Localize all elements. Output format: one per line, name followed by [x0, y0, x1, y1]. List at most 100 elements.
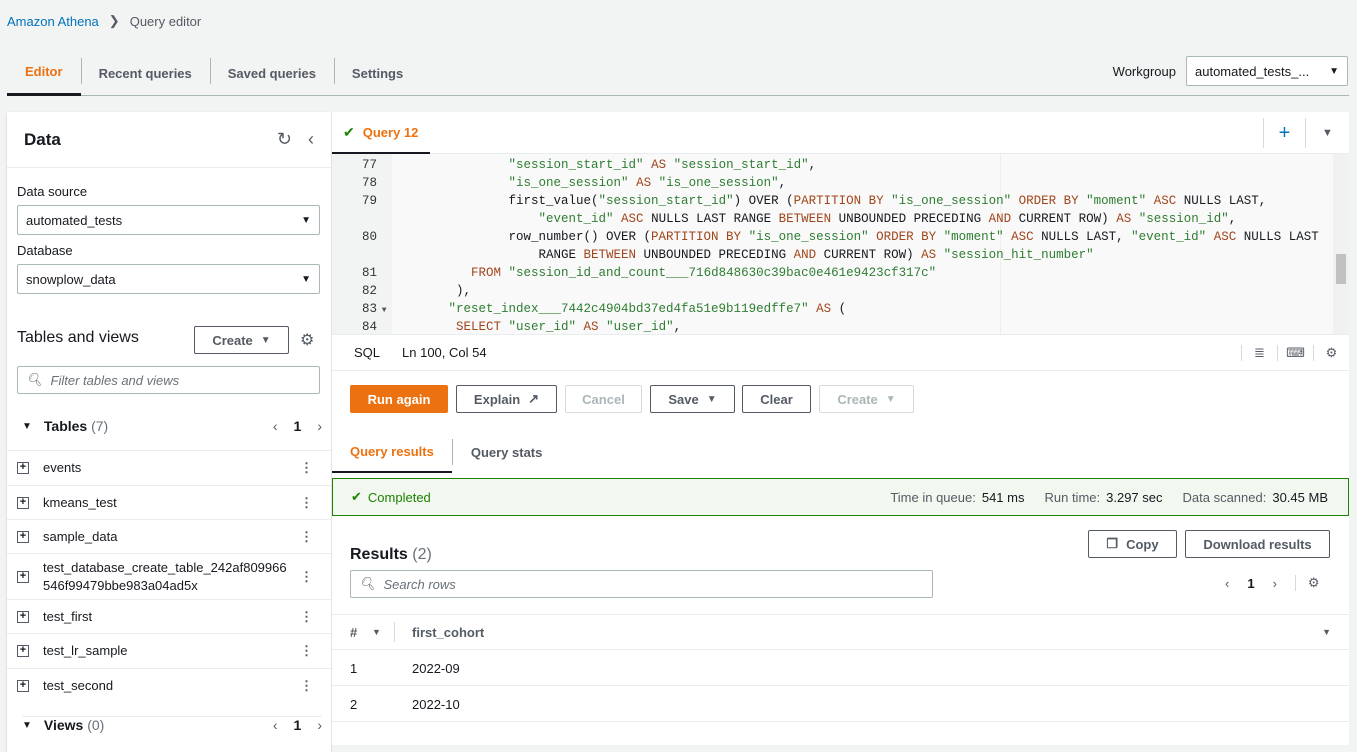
cancel-button[interactable]: Cancel — [565, 385, 642, 413]
code-token: , — [808, 158, 817, 172]
keyboard-icon[interactable]: ⌨ — [1277, 344, 1313, 361]
workgroup-value: automated_tests_... — [1195, 63, 1310, 79]
code-token: UNBOUNDED PRECEDING — [838, 212, 989, 226]
breadcrumb-athena-link[interactable]: Amazon Athena — [7, 14, 99, 29]
sort-icon[interactable]: ▼ — [1322, 627, 1331, 637]
expand-icon[interactable]: + — [17, 610, 29, 623]
expand-icon[interactable]: + — [17, 496, 29, 509]
table-item[interactable]: + test_second ⋮ — [7, 668, 331, 702]
expand-icon[interactable]: + — [17, 679, 29, 692]
tables-views-title: Tables and views — [17, 329, 139, 346]
refresh-icon[interactable]: ↻ — [277, 129, 292, 150]
table-name: test_first — [43, 608, 93, 624]
create-query-button[interactable]: Create ▼ — [819, 385, 914, 413]
next-page-icon[interactable]: › — [317, 418, 322, 434]
breadcrumb-current: Query editor — [129, 13, 202, 29]
table-item[interactable]: + test_lr_sample ⋮ — [7, 633, 331, 668]
column-header-index[interactable]: # — [350, 625, 357, 640]
clear-button[interactable]: Clear — [742, 385, 811, 413]
data-source-select[interactable]: automated_tests ▼ — [17, 205, 320, 235]
query-tab-label: Query 12 — [362, 124, 419, 140]
completion-status: Completed — [367, 489, 431, 505]
download-results-button[interactable]: Download results — [1185, 530, 1330, 558]
workgroup-select[interactable]: automated_tests_... ▼ — [1186, 56, 1348, 86]
tab-settings[interactable]: Settings — [333, 50, 421, 96]
filter-placeholder: Filter tables and views — [50, 372, 180, 388]
gear-icon[interactable]: ⚙ — [1313, 344, 1349, 361]
explain-button[interactable]: Explain ↗ — [456, 385, 557, 413]
collapse-icon[interactable]: ‹ — [308, 129, 314, 150]
save-button[interactable]: Save ▼ — [650, 385, 735, 413]
code-token: ORDER BY — [868, 230, 944, 244]
fold-icon[interactable]: ▼ — [377, 306, 387, 315]
tab-saved-queries[interactable]: Saved queries — [209, 50, 334, 96]
code-token: , — [673, 320, 682, 334]
next-page-icon[interactable]: › — [317, 717, 322, 733]
views-section-header[interactable]: ▼ Views (0) ‹ 1 › — [22, 716, 322, 733]
results-header-row: # ▼ first_cohort ▼ — [332, 614, 1349, 650]
editor-scrollbar[interactable] — [1333, 154, 1349, 334]
add-query-icon[interactable]: + — [1263, 118, 1305, 148]
expand-icon[interactable]: + — [17, 570, 29, 583]
more-options-icon[interactable]: ⋮ — [300, 569, 313, 585]
search-rows-input[interactable]: 🔍︎ Search rows — [350, 570, 933, 598]
data-panel-title: Data — [24, 129, 61, 149]
database-select[interactable]: snowplow_data ▼ — [17, 264, 320, 294]
code-token: AS — [576, 320, 607, 334]
run-again-button[interactable]: Run again — [350, 385, 448, 413]
table-item[interactable]: + kmeans_test ⋮ — [7, 485, 331, 519]
caret-down-icon[interactable]: ▼ — [1305, 118, 1349, 148]
code-token: AND — [988, 212, 1019, 226]
code-token: AS — [628, 176, 659, 190]
gear-icon[interactable]: ⚙ — [1294, 575, 1320, 591]
caret-down-icon: ▼ — [885, 393, 896, 405]
tab-query-stats[interactable]: Query stats — [451, 439, 561, 465]
tables-section-header[interactable]: ▼ Tables (7) ‹ 1 › — [22, 418, 322, 434]
prev-page-icon[interactable]: ‹ — [273, 717, 278, 733]
code-token: NULLS LAST, — [1183, 194, 1267, 208]
format-icon[interactable]: ≣ — [1241, 344, 1277, 361]
expand-icon[interactable]: + — [17, 645, 29, 657]
expand-icon[interactable]: + — [17, 530, 29, 543]
column-header-first-cohort[interactable]: first_cohort — [412, 625, 484, 640]
more-options-icon[interactable]: ⋮ — [300, 678, 313, 694]
create-label: Create — [212, 332, 253, 348]
more-options-icon[interactable]: ⋮ — [300, 460, 313, 476]
search-placeholder: Search rows — [383, 576, 456, 592]
table-name: kmeans_test — [43, 494, 117, 510]
gear-icon[interactable]: ⚙ — [300, 330, 314, 350]
code-token: AS — [921, 248, 944, 262]
sql-editor[interactable]: 77 "session_start_id" AS "session_start_… — [332, 154, 1349, 334]
caret-down-icon: ▼ — [1329, 65, 1339, 77]
code-token: ASC — [1146, 194, 1184, 208]
table-item[interactable]: + sample_data ⋮ — [7, 519, 331, 553]
expand-icon[interactable]: + — [17, 462, 29, 474]
caret-down-icon: ▼ — [260, 334, 271, 346]
save-label: Save — [668, 391, 699, 407]
table-item[interactable]: + test_first ⋮ — [7, 599, 331, 633]
sort-icon[interactable]: ▼ — [372, 627, 381, 637]
table-item[interactable]: + events ⋮ — [7, 450, 331, 485]
run-time-label: Run time: — [1044, 489, 1101, 505]
more-options-icon[interactable]: ⋮ — [300, 495, 313, 511]
code-token: BETWEEN — [583, 248, 644, 262]
tab-query-results[interactable]: Query results — [332, 431, 452, 473]
code-token: SELECT — [456, 320, 509, 334]
query-tab[interactable]: ✔ Query 12 — [332, 112, 430, 154]
prev-page-icon[interactable]: ‹ — [273, 418, 278, 434]
more-options-icon[interactable]: ⋮ — [300, 529, 313, 545]
prev-page-icon[interactable]: ‹ — [1225, 576, 1229, 591]
create-button[interactable]: Create ▼ — [194, 326, 289, 354]
table-item[interactable]: + test_database_create_table_242af809966 … — [7, 553, 331, 599]
more-options-icon[interactable]: ⋮ — [300, 643, 313, 659]
copy-button[interactable]: ❐ Copy — [1088, 530, 1177, 558]
next-page-icon[interactable]: › — [1273, 576, 1277, 591]
filter-tables-input[interactable]: 🔍︎ Filter tables and views — [17, 366, 320, 394]
tab-editor[interactable]: Editor — [7, 50, 81, 96]
code-line: 81 FROM "session_id_and_count___716d8486… — [332, 264, 1332, 282]
more-options-icon[interactable]: ⋮ — [300, 609, 313, 625]
tab-recent-queries[interactable]: Recent queries — [80, 50, 210, 96]
code-token: "is_one_session" — [508, 176, 629, 190]
code-token: "session_start_id" — [598, 194, 734, 208]
